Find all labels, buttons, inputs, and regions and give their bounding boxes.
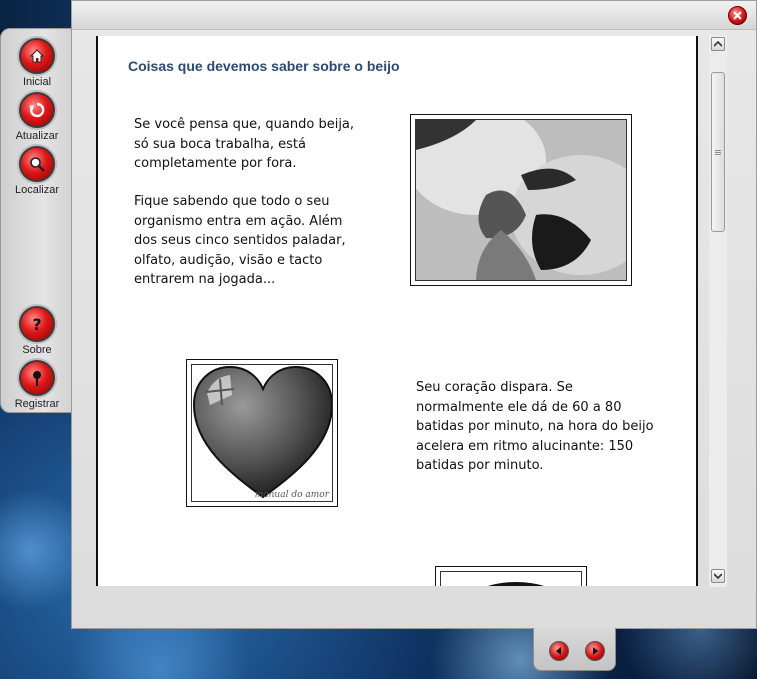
- sidebar-item-label: Atualizar: [15, 130, 59, 142]
- home-button[interactable]: [19, 38, 55, 74]
- sidebar-item-label: Registrar: [14, 398, 60, 410]
- svg-text:?: ?: [32, 315, 41, 333]
- help-icon: ?: [32, 315, 41, 333]
- vertical-scrollbar[interactable]: [709, 35, 727, 587]
- scroll-thumb[interactable]: [711, 72, 725, 232]
- sidebar-item-localizar[interactable]: Localizar: [1, 146, 73, 196]
- scroll-grip: [715, 154, 721, 155]
- about-button[interactable]: ?: [19, 306, 55, 342]
- search-icon: [30, 157, 45, 172]
- heart-image: manual do amor: [186, 359, 338, 507]
- scroll-grip: [715, 152, 721, 153]
- sidebar-item-sobre[interactable]: ? Sobre: [1, 306, 73, 356]
- chevron-up-icon: [714, 41, 722, 47]
- article-content: Coisas que devemos saber sobre o beijo S…: [96, 36, 698, 586]
- sidebar-item-inicial[interactable]: Inicial: [1, 38, 73, 88]
- bottom-photo-image: [488, 582, 544, 586]
- home-icon: [29, 49, 45, 63]
- article-paragraph-2: Fique sabendo que todo o seu organismo e…: [134, 194, 346, 287]
- arrow-right-icon: [593, 647, 598, 655]
- previous-button[interactable]: [549, 641, 569, 661]
- sidebar-item-atualizar[interactable]: Atualizar: [1, 92, 73, 142]
- refresh-icon: [29, 102, 45, 118]
- sidebar-item-label: Localizar: [14, 184, 60, 196]
- scroll-up-button[interactable]: [711, 37, 725, 51]
- register-button[interactable]: [19, 360, 55, 396]
- article-paragraph-3: Seu coração dispara. Se normalmente ele …: [416, 380, 654, 473]
- arrow-left-icon: [556, 647, 561, 655]
- scroll-grip: [715, 150, 721, 151]
- window-titlebar[interactable]: [72, 1, 756, 30]
- heart-icon: [192, 365, 332, 499]
- article-title: Coisas que devemos saber sobre o beijo: [128, 58, 400, 74]
- search-button[interactable]: [19, 146, 55, 182]
- sidebar-item-label: Sobre: [22, 344, 52, 356]
- scroll-down-button[interactable]: [711, 569, 725, 583]
- sidebar-item-label: Inicial: [22, 76, 52, 88]
- article-paragraph-1: Se você pensa que, quando beija, só sua …: [134, 117, 355, 171]
- pin-icon: [33, 371, 41, 386]
- refresh-button[interactable]: [19, 92, 55, 128]
- heart-watermark: manual do amor: [254, 490, 329, 500]
- main-window: Coisas que devemos saber sobre o beijo S…: [71, 0, 757, 629]
- close-icon: [733, 11, 742, 20]
- close-button[interactable]: [728, 6, 747, 25]
- chevron-down-icon: [714, 573, 722, 579]
- bottom-photo: [435, 566, 587, 586]
- next-button[interactable]: [585, 641, 605, 661]
- kiss-photo: [410, 114, 632, 286]
- sidebar-item-registrar[interactable]: Registrar: [1, 360, 73, 410]
- sidebar: Inicial Atualizar Localizar ? Sobre Regi…: [0, 28, 72, 413]
- bottom-navigation: [533, 628, 616, 671]
- kiss-photo-image: [416, 120, 626, 280]
